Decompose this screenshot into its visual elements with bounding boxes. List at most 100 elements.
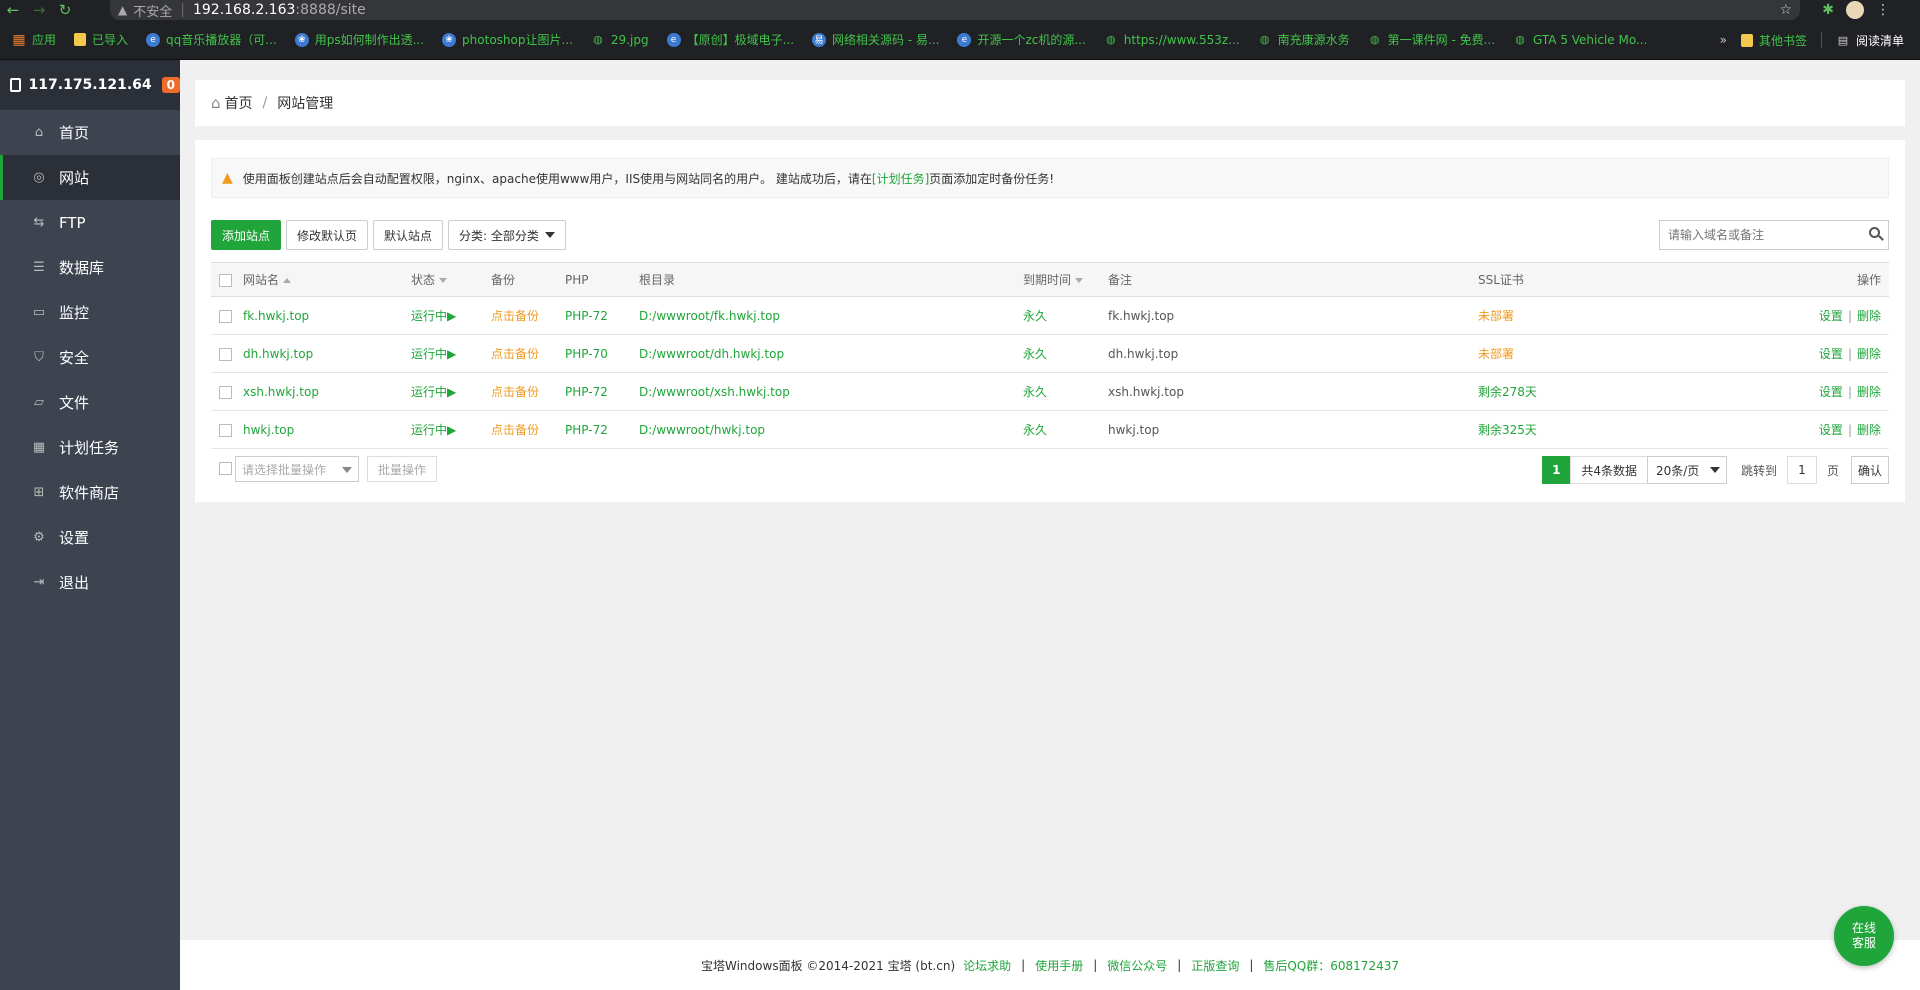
remark-cell[interactable]: hwkj.top <box>1108 410 1478 449</box>
footer-link-verify[interactable]: 正版查询 <box>1191 957 1239 974</box>
site-name-link[interactable]: hwkj.top <box>243 410 411 449</box>
footer-link-qq-group[interactable]: 售后QQ群：608172437 <box>1263 957 1399 974</box>
bookmark-item[interactable]: 易网络相关源码 - 易... <box>812 31 939 48</box>
sidebar-item-cron[interactable]: ▦ 计划任务 <box>0 425 180 470</box>
sidebar-item-home[interactable]: ⌂ 首页 <box>0 110 180 155</box>
page-jump-input[interactable]: 1 <box>1786 456 1817 484</box>
php-version-link[interactable]: PHP-72 <box>565 296 639 335</box>
site-name-link[interactable]: xsh.hwkj.top <box>243 372 411 411</box>
online-support-button[interactable]: 在线 客服 <box>1834 906 1894 966</box>
reading-list[interactable]: ▤ 阅读清单 <box>1836 32 1904 49</box>
batch-operation-button[interactable]: 批量操作 <box>367 456 437 482</box>
notification-badge[interactable]: 0 <box>161 77 180 93</box>
backup-link[interactable]: 点击备份 <box>491 372 565 411</box>
backup-link[interactable]: 点击备份 <box>491 410 565 449</box>
status-toggle[interactable]: 运行中▶ <box>411 334 491 373</box>
expire-link[interactable]: 永久 <box>1023 296 1108 335</box>
site-name-link[interactable]: fk.hwkj.top <box>243 296 411 335</box>
footer-link-manual[interactable]: 使用手册 <box>1035 957 1083 974</box>
bookmark-imported[interactable]: 已导入 <box>74 31 128 48</box>
row-checkbox[interactable] <box>219 309 232 323</box>
expire-link[interactable]: 永久 <box>1023 372 1108 411</box>
select-all-checkbox[interactable] <box>219 273 232 287</box>
php-version-link[interactable]: PHP-72 <box>565 410 639 449</box>
bookmark-item[interactable]: ◍ 29.jpg <box>591 33 648 47</box>
sidebar-item-database[interactable]: ☰ 数据库 <box>0 245 180 290</box>
jump-confirm-button[interactable]: 确认 <box>1851 456 1889 484</box>
delete-link[interactable]: 删除 <box>1857 309 1881 323</box>
more-bookmarks[interactable]: » <box>1720 33 1727 47</box>
batch-select-all-checkbox[interactable] <box>219 462 232 475</box>
search-input[interactable] <box>1668 228 1858 242</box>
add-site-button[interactable]: 添加站点 <box>211 220 282 250</box>
status-toggle[interactable]: 运行中▶ <box>411 296 491 335</box>
cron-link[interactable]: [计划任务] <box>872 170 929 187</box>
remark-cell[interactable]: xsh.hwkj.top <box>1108 372 1478 411</box>
site-name-link[interactable]: dh.hwkj.top <box>243 334 411 373</box>
root-dir-link[interactable]: D:/wwwroot/fk.hwkj.top <box>639 296 1023 335</box>
bookmark-item[interactable]: ❀ photoshop让图片... <box>442 31 573 48</box>
sidebar-item-settings[interactable]: ⚙ 设置 <box>0 515 180 560</box>
sidebar-item-security[interactable]: ⛉ 安全 <box>0 335 180 380</box>
bookmark-item[interactable]: e 【原创】极域电子... <box>666 31 794 48</box>
avatar[interactable] <box>1846 1 1864 19</box>
col-status[interactable]: 状态 <box>411 262 491 297</box>
other-bookmarks[interactable]: 其他书签 <box>1740 32 1807 49</box>
bookmark-item[interactable]: e 开源一个zc机的源... <box>957 31 1086 48</box>
row-checkbox[interactable] <box>219 385 232 399</box>
sidebar-item-website[interactable]: ◎ 网站 <box>0 155 180 200</box>
bookmark-item[interactable]: e qq音乐播放器（可... <box>146 31 277 48</box>
breadcrumb-home[interactable]: 首页 <box>225 93 253 113</box>
ssl-link[interactable]: 剩余325天 <box>1478 410 1678 449</box>
ssl-link[interactable]: 未部署 <box>1478 296 1678 335</box>
settings-link[interactable]: 设置 <box>1819 347 1843 361</box>
php-version-link[interactable]: PHP-70 <box>565 334 639 373</box>
expire-link[interactable]: 永久 <box>1023 410 1108 449</box>
bookmark-item[interactable]: ❀ 用ps如何制作出透... <box>294 31 424 48</box>
row-checkbox[interactable] <box>219 347 232 361</box>
delete-link[interactable]: 删除 <box>1857 347 1881 361</box>
default-site-button[interactable]: 默认站点 <box>373 220 444 250</box>
col-expire[interactable]: 到期时间 <box>1023 262 1108 297</box>
page-size-select[interactable]: 20条/页 <box>1646 456 1727 484</box>
bookmark-item[interactable]: ◍ 南充康源水务 <box>1258 31 1350 48</box>
menu-icon[interactable]: ⋮ <box>1876 2 1890 18</box>
settings-link[interactable]: 设置 <box>1819 385 1843 399</box>
backup-link[interactable]: 点击备份 <box>491 334 565 373</box>
bookmark-item[interactable]: ◍ GTA 5 Vehicle Mo... <box>1513 33 1647 47</box>
sidebar-item-store[interactable]: ⊞ 软件商店 <box>0 470 180 515</box>
settings-link[interactable]: 设置 <box>1819 309 1843 323</box>
bookmark-item[interactable]: ◍ 第一课件网 - 免费... <box>1368 31 1495 48</box>
row-checkbox[interactable] <box>219 423 232 437</box>
ssl-link[interactable]: 未部署 <box>1478 334 1678 373</box>
sidebar-item-ftp[interactable]: ⇆ FTP <box>0 200 180 245</box>
root-dir-link[interactable]: D:/wwwroot/dh.hwkj.top <box>639 334 1023 373</box>
col-name[interactable]: 网站名 <box>243 262 411 297</box>
sidebar-item-files[interactable]: ▱ 文件 <box>0 380 180 425</box>
modify-default-page-button[interactable]: 修改默认页 <box>286 220 369 250</box>
delete-link[interactable]: 删除 <box>1857 423 1881 437</box>
root-dir-link[interactable]: D:/wwwroot/hwkj.top <box>639 410 1023 449</box>
reload-icon[interactable]: ↻ <box>52 0 78 20</box>
sidebar-item-monitor[interactable]: ▭ 监控 <box>0 290 180 335</box>
bookmark-apps[interactable]: ▦ 应用 <box>12 31 56 48</box>
status-toggle[interactable]: 运行中▶ <box>411 410 491 449</box>
expire-link[interactable]: 永久 <box>1023 334 1108 373</box>
batch-operation-select[interactable]: 请选择批量操作 <box>235 456 359 482</box>
ssl-link[interactable]: 剩余278天 <box>1478 372 1678 411</box>
extension-icon[interactable]: ✱ <box>1822 2 1834 18</box>
address-bar[interactable]: ▲ 不安全 | 192.168.2.163 :8888/site ☆ <box>110 0 1800 20</box>
remark-cell[interactable]: fk.hwkj.top <box>1108 296 1478 335</box>
bookmark-item[interactable]: ◍ https://www.553z... <box>1104 33 1240 47</box>
star-icon[interactable]: ☆ <box>1779 2 1792 18</box>
back-icon[interactable]: ← <box>0 0 26 20</box>
current-page[interactable]: 1 <box>1542 456 1571 484</box>
category-dropdown[interactable]: 分类: 全部分类 <box>448 220 566 250</box>
backup-link[interactable]: 点击备份 <box>491 296 565 335</box>
footer-link-wechat[interactable]: 微信公众号 <box>1107 957 1167 974</box>
php-version-link[interactable]: PHP-72 <box>565 372 639 411</box>
sidebar-item-logout[interactable]: ⇥ 退出 <box>0 560 180 605</box>
status-toggle[interactable]: 运行中▶ <box>411 372 491 411</box>
settings-link[interactable]: 设置 <box>1819 423 1843 437</box>
search-icon[interactable] <box>1869 227 1880 238</box>
